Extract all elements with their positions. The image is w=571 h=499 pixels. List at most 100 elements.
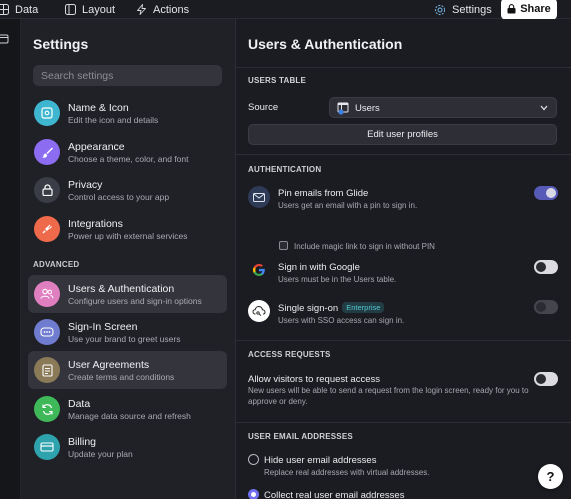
sidebar-item-sign-in-screen[interactable]: Sign-In Screen Use your brand to greet u… [28, 313, 227, 351]
lock-icon [34, 177, 60, 203]
sidebar-item-desc: Create terms and conditions [68, 372, 175, 382]
source-label: Source [248, 102, 279, 113]
pin-emails-toggle[interactable] [534, 186, 558, 200]
users-icon [34, 281, 60, 307]
sidebar-item-label: Users & Authentication [68, 283, 175, 295]
hide-emails-label: Hide user email addresses [264, 455, 377, 466]
sidebar-item-name-icon[interactable]: Name & Icon Edit the icon and details [28, 94, 227, 132]
sidebar-item-label: Name & Icon [68, 102, 129, 114]
divider [236, 67, 571, 68]
collect-emails-label: Collect real user email addresses [264, 490, 405, 499]
page-title: Users & Authentication [248, 36, 403, 52]
request-access-desc-line2: approve or deny. [248, 397, 308, 406]
sso-toggle[interactable] [534, 300, 558, 314]
source-select[interactable]: Users [329, 97, 557, 118]
sidebar-item-integrations[interactable]: Integrations Power up with external serv… [28, 210, 227, 248]
sidebar-item-desc: Control access to your app [68, 192, 170, 202]
advanced-section-label: ADVANCED [33, 260, 80, 269]
access-requests-heading: ACCESS REQUESTS [248, 350, 331, 359]
image-icon [34, 100, 60, 126]
sidebar-item-label: Privacy [68, 179, 103, 191]
sidebar-item-appearance[interactable]: Appearance Choose a theme, color, and fo… [28, 133, 227, 171]
sidebar-item-desc: Choose a theme, color, and font [68, 154, 189, 164]
sso-label: Single sign-on Enterprise [278, 302, 385, 314]
tab-settings-label: Settings [452, 3, 492, 16]
sidebar-item-label: Appearance [68, 141, 125, 153]
tab-data-label: Data [15, 3, 39, 16]
sidebar-item-users-authentication[interactable]: Users & Authentication Configure users a… [28, 275, 227, 313]
left-rail [0, 19, 21, 499]
google-signin-desc: Users must be in the Users table. [278, 275, 397, 284]
tab-layout[interactable]: Layout [65, 0, 115, 19]
enterprise-badge: Enterprise [342, 302, 385, 313]
toggle-knob [536, 374, 546, 384]
lightning-icon [137, 4, 146, 15]
pin-emails-desc: Users get an email with a pin to sign in… [278, 201, 418, 210]
gear-icon [434, 4, 446, 15]
divider [236, 154, 571, 155]
tab-settings[interactable]: Settings [434, 0, 492, 19]
divider [236, 340, 571, 341]
request-access-desc-line1: New users will be able to send a request… [248, 386, 529, 395]
sidebar-item-desc: Manage data source and refresh [68, 411, 191, 421]
table-icon [0, 4, 9, 15]
google-icon [248, 259, 270, 281]
document-icon [34, 357, 60, 383]
table-icon [337, 102, 349, 115]
tab-actions[interactable]: Actions [136, 0, 189, 19]
refresh-icon [34, 396, 60, 422]
source-select-value: Users [355, 103, 380, 114]
sidebar-item-label: Data [68, 398, 91, 410]
login-icon [34, 319, 60, 345]
share-label: Share [520, 3, 551, 15]
sidebar-item-desc: Edit the icon and details [68, 115, 159, 125]
collect-emails-radio[interactable] [248, 489, 259, 499]
search-input[interactable] [33, 65, 222, 86]
tab-actions-label: Actions [153, 3, 190, 16]
settings-sidebar: Settings Name & Icon Edit the icon and d… [21, 19, 236, 499]
toggle-knob [536, 302, 546, 312]
user-email-heading: USER EMAIL ADDRESSES [248, 432, 353, 441]
settings-main-panel: Users & Authentication USERS TABLE Sourc… [236, 19, 571, 499]
sidebar-item-label: Integrations [68, 218, 123, 230]
sidebar-item-billing[interactable]: Billing Update your plan [28, 428, 227, 466]
panel-icon[interactable] [0, 34, 10, 44]
sidebar-item-desc: Use your brand to greet users [68, 334, 181, 344]
toggle-knob [536, 262, 546, 272]
top-bar: Data Layout Actions Settings Share [0, 0, 571, 20]
sidebar-item-desc: Configure users and sign-in options [68, 296, 202, 306]
chevron-down-icon [540, 105, 548, 111]
layout-icon [65, 4, 76, 15]
google-signin-toggle[interactable] [534, 260, 558, 274]
tab-layout-label: Layout [82, 3, 116, 16]
lock-icon [507, 4, 516, 14]
plug-icon [34, 216, 60, 242]
hide-emails-radio[interactable] [248, 454, 259, 465]
edit-user-profiles-button[interactable]: Edit user profiles [248, 124, 557, 145]
sidebar-item-desc: Power up with external services [68, 231, 188, 241]
share-button[interactable]: Share [501, 0, 557, 20]
sidebar-item-privacy[interactable]: Privacy Control access to your app [28, 171, 227, 209]
help-button[interactable]: ? [538, 464, 563, 489]
users-table-heading: USERS TABLE [248, 76, 307, 85]
sidebar-title: Settings [33, 36, 89, 52]
sidebar-item-label: Sign-In Screen [68, 321, 138, 333]
sidebar-item-data[interactable]: Data Manage data source and refresh [28, 390, 227, 428]
card-icon [34, 434, 60, 460]
magic-link-label: Include magic link to sign in without PI… [294, 242, 435, 251]
tab-data[interactable]: Data [0, 0, 38, 19]
toggle-knob [546, 188, 556, 198]
brush-icon [34, 139, 60, 165]
authentication-heading: AUTHENTICATION [248, 165, 322, 174]
magic-link-checkbox[interactable] [279, 241, 288, 250]
request-access-toggle[interactable] [534, 372, 558, 386]
sidebar-item-label: User Agreements [68, 359, 150, 371]
hide-emails-desc: Replace real addresses with virtual addr… [264, 468, 430, 477]
mail-icon [248, 186, 270, 208]
sidebar-item-label: Billing [68, 436, 97, 448]
sidebar-item-desc: Update your plan [68, 449, 133, 459]
sso-desc: Users with SSO access can sign in. [278, 316, 405, 325]
pin-emails-label: Pin emails from Glide [278, 188, 369, 199]
sidebar-item-user-agreements[interactable]: User Agreements Create terms and conditi… [28, 351, 227, 389]
sso-label-text: Single sign-on [278, 303, 339, 314]
